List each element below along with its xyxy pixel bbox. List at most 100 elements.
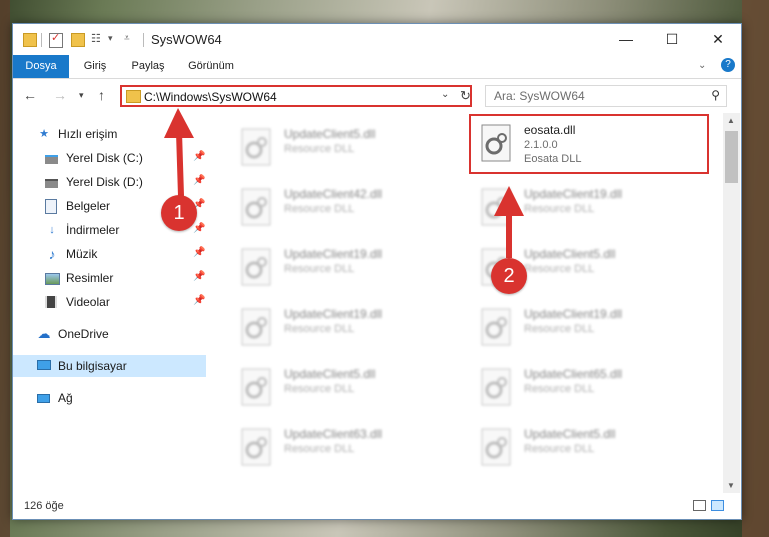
chevron-down-icon[interactable]: ⌄ bbox=[441, 89, 449, 100]
details-view-icon[interactable] bbox=[693, 500, 706, 511]
folder-icon bbox=[126, 90, 141, 103]
tab-share[interactable]: Paylaş bbox=[123, 55, 173, 78]
callout-badge-one: 1 bbox=[161, 195, 197, 231]
file-item[interactable]: UpdateClient19.dll Resource DLL bbox=[232, 241, 452, 295]
chevron-down-icon[interactable]: ▾ bbox=[108, 33, 113, 47]
file-item[interactable]: UpdateClient63.dll Resource DLL bbox=[232, 421, 452, 475]
pin-icon[interactable]: 📌 bbox=[193, 247, 205, 258]
music-icon: ♪ bbox=[48, 246, 56, 262]
sidebar-item-videos[interactable]: Videolar 📌 bbox=[13, 291, 206, 313]
sidebar-item-music[interactable]: ♪ Müzik 📌 bbox=[13, 243, 206, 265]
video-icon bbox=[45, 295, 59, 309]
download-icon: ↓ bbox=[49, 224, 55, 236]
forward-arrow-icon[interactable]: → bbox=[53, 87, 67, 103]
dll-file-icon bbox=[240, 428, 274, 468]
file-name: UpdateClient42.dll bbox=[284, 187, 383, 201]
vertical-scrollbar[interactable]: ▲ ▼ bbox=[723, 113, 740, 493]
sidebar-item-label: Yerel Disk (C:) bbox=[66, 151, 143, 165]
sidebar-item-disk-c[interactable]: Yerel Disk (C:) 📌 bbox=[13, 147, 206, 169]
refresh-icon[interactable]: ↻ bbox=[460, 88, 471, 104]
close-button[interactable]: ✕ bbox=[695, 24, 741, 55]
file-item[interactable]: UpdateClient19.dll Resource DLL bbox=[232, 301, 452, 355]
sidebar-item-this-pc[interactable]: Bu bilgisayar bbox=[13, 355, 206, 377]
document-icon bbox=[45, 199, 59, 214]
sidebar-item-label: Hızlı erişim bbox=[58, 127, 118, 141]
file-item[interactable]: UpdateClient5.dll Resource DLL bbox=[472, 421, 692, 475]
pin-icon[interactable]: 📌 bbox=[193, 151, 205, 162]
tab-file[interactable]: Dosya bbox=[13, 55, 69, 78]
navigation-bar: ← → ▾ ↑ C:\Windows\SysWOW64 ⌄ ↻ Ara: Sys… bbox=[13, 79, 741, 113]
file-name: UpdateClient19.dll bbox=[284, 307, 383, 321]
file-name: UpdateClient19.dll bbox=[524, 187, 623, 201]
file-name: UpdateClient63.dll bbox=[284, 427, 383, 441]
pin-icon[interactable]: 📌 bbox=[193, 223, 205, 234]
back-arrow-icon[interactable]: ← bbox=[23, 87, 37, 103]
customize-toolbar-icon[interactable]: ⩡ bbox=[124, 33, 130, 47]
pin-icon[interactable]: 📌 bbox=[193, 295, 205, 306]
pin-icon[interactable]: 📌 bbox=[193, 175, 205, 186]
maximize-button[interactable]: ☐ bbox=[649, 24, 695, 55]
dll-file-icon bbox=[480, 368, 514, 408]
file-description: Resource DLL bbox=[524, 323, 595, 335]
file-list: UpdateClient5.dll Resource DLL UpdateCli… bbox=[206, 113, 723, 493]
expand-ribbon-icon[interactable]: ⌄ bbox=[698, 60, 706, 71]
file-item[interactable]: UpdateClient5.dll Resource DLL bbox=[232, 361, 452, 415]
folder-icon bbox=[23, 33, 37, 47]
computer-icon bbox=[37, 359, 51, 373]
file-description: Resource DLL bbox=[284, 263, 355, 275]
sidebar-item-label: Müzik bbox=[66, 247, 98, 261]
dll-file-icon bbox=[480, 428, 514, 468]
status-bar: 126 öğe bbox=[13, 493, 741, 519]
sidebar-item-label: Videolar bbox=[66, 295, 110, 309]
properties-icon[interactable]: ✓ bbox=[49, 32, 63, 48]
star-icon: ★ bbox=[39, 128, 49, 140]
sidebar-item-label: Bu bilgisayar bbox=[58, 359, 127, 373]
recent-locations-icon[interactable]: ▾ bbox=[79, 90, 84, 101]
sidebar-item-label: Yerel Disk (D:) bbox=[66, 175, 143, 189]
tab-view[interactable]: Görünüm bbox=[181, 55, 241, 78]
sidebar-item-disk-d[interactable]: Yerel Disk (D:) 📌 bbox=[13, 171, 206, 193]
minimize-button[interactable]: — bbox=[603, 24, 649, 55]
address-path[interactable]: C:\Windows\SysWOW64 bbox=[144, 90, 277, 104]
sidebar-item-quick-access[interactable]: ★ Hızlı erişim bbox=[13, 123, 206, 145]
file-item[interactable]: UpdateClient19.dll Resource DLL bbox=[472, 181, 692, 235]
scroll-up-icon[interactable]: ▲ bbox=[727, 116, 735, 125]
file-item[interactable]: UpdateClient65.dll Resource DLL bbox=[472, 361, 692, 415]
sidebar-item-onedrive[interactable]: ☁ OneDrive bbox=[13, 323, 206, 345]
help-icon[interactable]: ? bbox=[721, 58, 735, 72]
file-item[interactable]: UpdateClient42.dll Resource DLL bbox=[232, 181, 452, 235]
view-options-icon[interactable]: ☷ bbox=[91, 33, 105, 45]
sidebar-item-pictures[interactable]: Resimler 📌 bbox=[13, 267, 206, 289]
pin-icon[interactable]: 📌 bbox=[193, 271, 205, 282]
network-icon bbox=[37, 391, 51, 405]
explorer-window: ✓ ☷ ▾ ⩡ SysWOW64 — ☐ ✕ Dosya Giriş Payla… bbox=[12, 23, 742, 520]
file-item[interactable]: UpdateClient5.dll Resource DLL bbox=[232, 121, 452, 175]
new-folder-icon[interactable] bbox=[71, 33, 85, 47]
title-bar: ✓ ☷ ▾ ⩡ SysWOW64 — ☐ ✕ bbox=[13, 24, 741, 55]
drive-icon bbox=[45, 151, 59, 165]
file-description: Resource DLL bbox=[284, 443, 355, 455]
file-description: Resource DLL bbox=[284, 383, 355, 395]
navigation-pane: ★ Hızlı erişim Yerel Disk (C:) 📌 Yerel D… bbox=[13, 113, 206, 493]
up-arrow-icon[interactable]: ↑ bbox=[98, 87, 105, 103]
sidebar-item-network[interactable]: Ağ bbox=[13, 387, 206, 409]
sidebar-item-label: İndirmeler bbox=[66, 223, 120, 237]
search-input[interactable]: Ara: SysWOW64 ⚲ bbox=[485, 85, 727, 107]
sidebar-item-label: OneDrive bbox=[58, 327, 109, 341]
sidebar-item-label: Resimler bbox=[66, 271, 114, 285]
tab-home[interactable]: Giriş bbox=[75, 55, 115, 78]
callout-badge-two: 2 bbox=[491, 258, 527, 294]
search-icon[interactable]: ⚲ bbox=[711, 88, 720, 102]
divider bbox=[143, 33, 144, 47]
address-bar[interactable]: C:\Windows\SysWOW64 ⌄ ↻ bbox=[120, 85, 472, 107]
divider bbox=[41, 33, 42, 47]
window-title: SysWOW64 bbox=[151, 32, 222, 47]
file-description: Resource DLL bbox=[284, 143, 355, 155]
scroll-thumb[interactable] bbox=[725, 131, 738, 183]
file-item[interactable]: UpdateClient19.dll Resource DLL bbox=[472, 301, 692, 355]
file-name: UpdateClient5.dll bbox=[524, 247, 616, 261]
file-name: UpdateClient5.dll bbox=[524, 427, 616, 441]
scroll-down-icon[interactable]: ▼ bbox=[727, 481, 735, 490]
large-icons-view-icon[interactable] bbox=[711, 500, 724, 511]
item-count: 126 öğe bbox=[24, 500, 64, 512]
